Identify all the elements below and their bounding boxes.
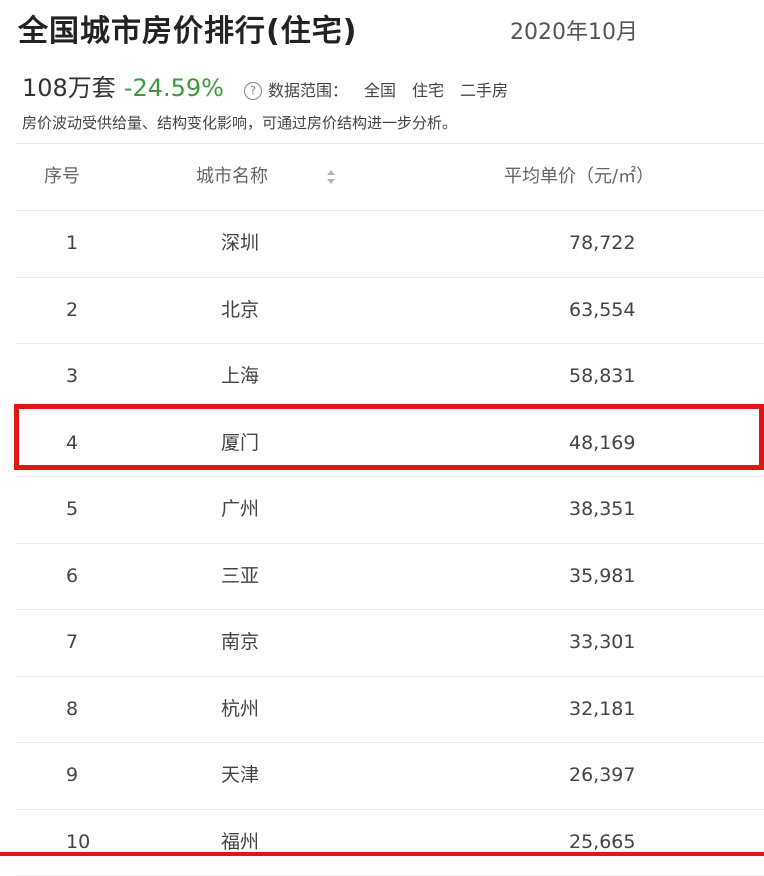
table-row[interactable]: 4 厦门 48,169 (16, 411, 764, 478)
title-row: 全国城市房价排行(住宅) (18, 6, 357, 50)
ranking-table: 序号 城市名称 平均单价（元/㎡） 1 深圳 78,722 2 北京 63,554 3 上海 5… (16, 143, 764, 876)
report-date[interactable]: 2020年10月 (510, 14, 638, 46)
column-header-city[interactable]: 城市名称 (196, 144, 268, 210)
rank-cell: 7 (66, 610, 78, 675)
city-cell: 深圳 (221, 211, 259, 276)
rank-cell: 5 (66, 477, 78, 542)
bottom-highlight-edge (0, 852, 764, 856)
price-cell: 63,554 (569, 278, 635, 343)
price-cell: 78,722 (569, 211, 635, 276)
rank-cell: 1 (66, 211, 78, 276)
city-cell: 厦门 (221, 411, 259, 476)
column-header-no: 序号 (44, 144, 80, 210)
city-cell: 南京 (221, 610, 259, 675)
stats-row: 108万套 -24.59% ? 数据范围： 全国 住宅 二手房 (22, 68, 508, 103)
table-row[interactable]: 5 广州 38,351 (16, 477, 764, 544)
table-row[interactable]: 1 深圳 78,722 (16, 211, 764, 278)
city-cell: 北京 (221, 278, 259, 343)
city-cell: 三亚 (221, 544, 259, 609)
city-cell: 杭州 (221, 677, 259, 742)
rank-cell: 4 (66, 411, 78, 476)
table-row[interactable]: 8 杭州 32,181 (16, 677, 764, 744)
scope-label: 数据范围： (268, 77, 348, 101)
price-cell: 35,981 (569, 544, 635, 609)
price-cell: 25,665 (569, 810, 635, 875)
scope-item-second-hand[interactable]: 二手房 (460, 77, 508, 101)
price-cell: 33,301 (569, 610, 635, 675)
table-row[interactable]: 7 南京 33,301 (16, 610, 764, 677)
rank-cell: 3 (66, 344, 78, 409)
price-cell: 38,351 (569, 477, 635, 542)
note-text: 房价波动受供给量、结构变化影响，可通过房价结构进一步分析。 (22, 112, 457, 133)
rank-cell: 8 (66, 677, 78, 742)
rank-cell: 2 (66, 278, 78, 343)
change-percent: -24.59% (124, 74, 224, 102)
city-cell: 天津 (221, 743, 259, 808)
table-row[interactable]: 9 天津 26,397 (16, 743, 764, 810)
city-cell: 上海 (221, 344, 259, 409)
scope-item-nationwide[interactable]: 全国 (364, 77, 396, 101)
sort-arrows-icon[interactable] (326, 168, 336, 186)
listing-count: 108万套 (22, 68, 116, 103)
table-header: 序号 城市名称 平均单价（元/㎡） (16, 143, 764, 211)
city-cell: 广州 (221, 477, 259, 542)
price-cell: 26,397 (569, 743, 635, 808)
column-header-price: 平均单价（元/㎡） (504, 144, 654, 210)
price-cell: 48,169 (569, 411, 635, 476)
table-row[interactable]: 2 北京 63,554 (16, 278, 764, 345)
price-cell: 58,831 (569, 344, 635, 409)
table-body: 1 深圳 78,722 2 北京 63,554 3 上海 58,831 4 厦门 48,169 5 广州 3… (16, 211, 764, 876)
table-row[interactable]: 6 三亚 35,981 (16, 544, 764, 611)
rank-cell: 9 (66, 743, 78, 808)
city-cell: 福州 (221, 810, 259, 875)
rank-cell: 10 (66, 810, 90, 875)
page-title: 全国城市房价排行(住宅) (18, 14, 357, 49)
rank-cell: 6 (66, 544, 78, 609)
question-circle-icon[interactable]: ? (244, 82, 262, 100)
price-cell: 32,181 (569, 677, 635, 742)
scope-item-residential[interactable]: 住宅 (412, 77, 444, 101)
table-row[interactable]: 3 上海 58,831 (16, 344, 764, 411)
table-row[interactable]: 10 福州 25,665 (16, 810, 764, 876)
